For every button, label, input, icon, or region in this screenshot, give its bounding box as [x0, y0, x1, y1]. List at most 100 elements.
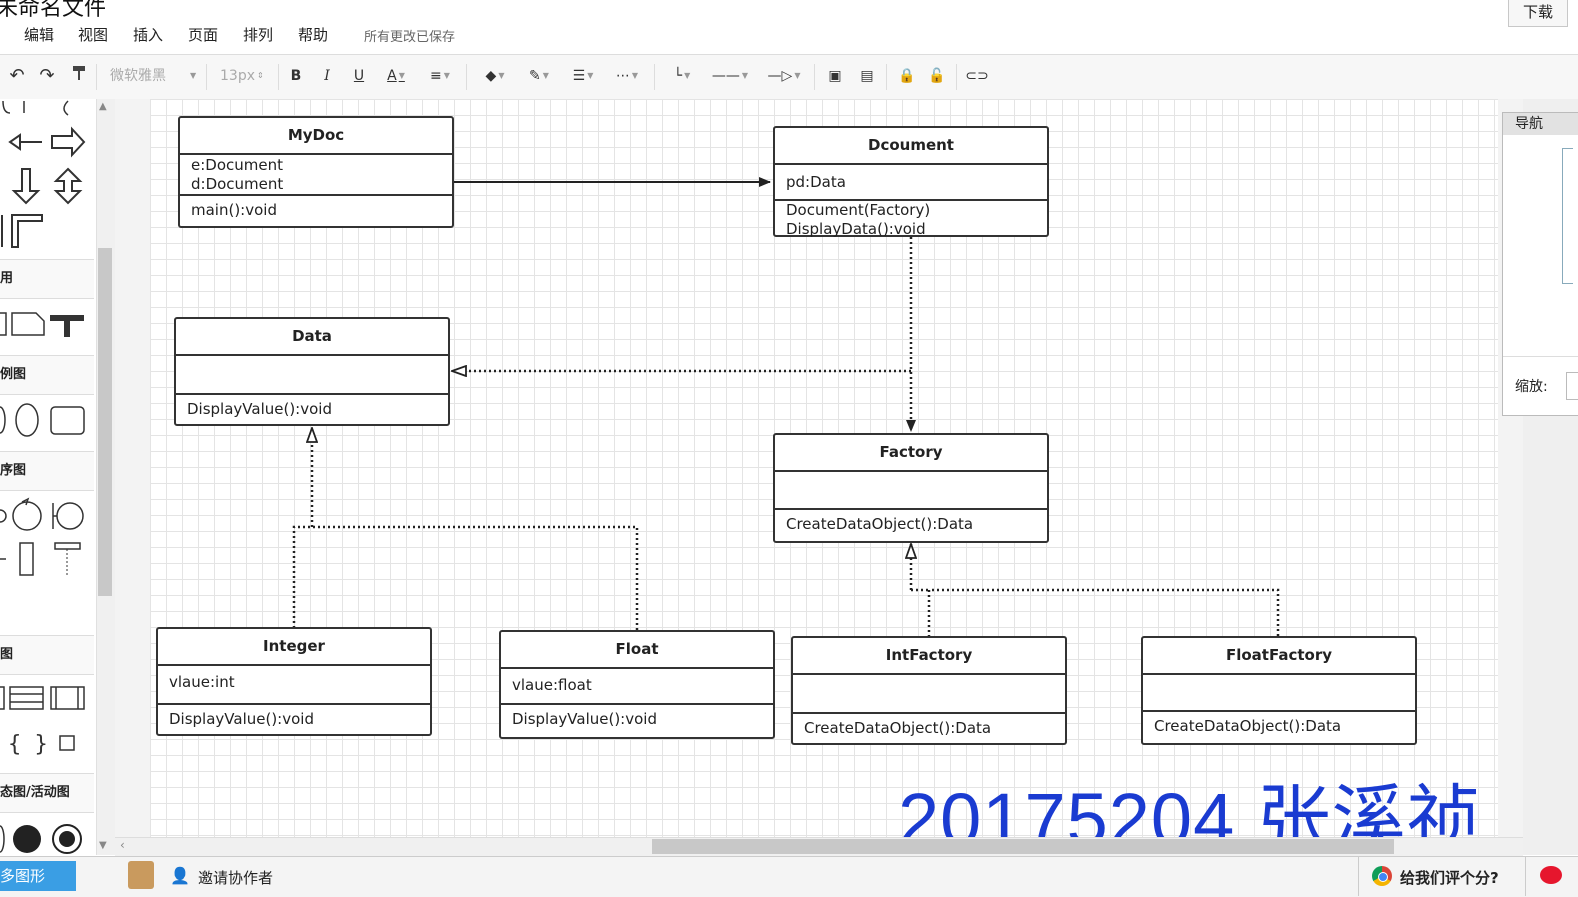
class-attributes: pd:Data — [775, 165, 1047, 201]
font-color-label: A — [387, 68, 397, 84]
svg-text:{ }: { } — [8, 732, 48, 757]
class-name: Factory — [775, 435, 1047, 472]
navigator-title[interactable]: 导航 — [1503, 113, 1578, 135]
class-factory[interactable]: Factory CreateDataObject():Data — [773, 433, 1049, 543]
class-attributes: vlaue:int — [158, 666, 430, 705]
menu-help[interactable]: 帮助 — [298, 24, 328, 45]
class-operations: Document(Factory) DisplayData():void — [775, 201, 1047, 239]
class-name: MyDoc — [180, 118, 452, 155]
class-name: Dcoument — [775, 128, 1047, 165]
class-operation: DisplayValue():void — [187, 400, 332, 418]
class-name: Integer — [158, 629, 430, 666]
scroll-left-icon[interactable]: ‹ — [120, 838, 125, 852]
class-attribute: e:Document — [191, 156, 283, 174]
class-attributes: vlaue:float — [501, 669, 773, 705]
zoom-label: 缩放: — [1515, 379, 1548, 395]
font-color-button[interactable]: A ▼ — [380, 64, 412, 88]
class-name: IntFactory — [793, 638, 1065, 675]
class-data[interactable]: Data DisplayValue():void — [174, 317, 450, 426]
line-style-icon[interactable]: ⋯ ▼ — [608, 64, 646, 88]
class-integer[interactable]: Integer vlaue:int DisplayValue():void — [156, 627, 432, 736]
redo-icon[interactable]: ↷ — [36, 64, 58, 88]
class-mydoc[interactable]: MyDoc e:Document d:Document main():void — [178, 116, 454, 228]
underline-button[interactable]: U — [349, 64, 369, 88]
navigator-divider — [1503, 356, 1578, 357]
section-header-class[interactable]: 图 — [0, 635, 94, 675]
class-floatfactory[interactable]: FloatFactory CreateDataObject():Data — [1141, 636, 1417, 745]
class-attributes — [1143, 675, 1415, 712]
class-intfactory[interactable]: IntFactory CreateDataObject():Data — [791, 636, 1067, 745]
more-shapes-button[interactable]: 多图形 — [0, 861, 76, 891]
arrow-type-icon[interactable]: —▷ ▼ — [760, 64, 808, 88]
class-operations: main():void — [180, 196, 452, 220]
class-operations: CreateDataObject():Data — [793, 714, 1065, 738]
common-shapes-icons[interactable] — [0, 299, 94, 353]
scroll-up-icon[interactable]: ▲ — [99, 101, 107, 112]
rate-us-link[interactable]: 给我们评个分? — [1400, 867, 1499, 888]
class-operations: DisplayValue():void — [176, 395, 448, 419]
zoom-input[interactable] — [1566, 372, 1578, 400]
weibo-icon[interactable] — [1540, 866, 1562, 884]
bring-front-icon[interactable]: ▣ — [824, 64, 846, 88]
avatar[interactable] — [128, 861, 154, 889]
font-size-stepper[interactable]: 13px ⇕ — [220, 64, 272, 88]
undo-icon[interactable]: ↶ — [6, 64, 28, 88]
class-attributes — [793, 675, 1065, 714]
menu-bar — [0, 20, 1578, 54]
lock-icon[interactable]: 🔒 — [896, 64, 918, 88]
document-title[interactable]: 未命名文件 — [0, 0, 106, 22]
font-family-select[interactable]: 微软雅黑 ▼ — [110, 64, 200, 88]
menu-arrange[interactable]: 排列 — [243, 24, 273, 45]
shape-panel-scroll-thumb[interactable] — [98, 248, 112, 596]
format-painter-icon[interactable] — [68, 64, 90, 88]
class-operations: CreateDataObject():Data — [1143, 712, 1415, 736]
chrome-icon-center — [1378, 872, 1388, 882]
menu-page[interactable]: 页面 — [188, 24, 218, 45]
line-type-icon[interactable]: —— ▼ — [706, 64, 754, 88]
class-attribute: d:Document — [191, 175, 284, 193]
class-name: Data — [176, 319, 448, 356]
class-attributes — [176, 356, 448, 395]
bold-button[interactable]: B — [286, 64, 306, 88]
font-family-value: 微软雅黑 — [110, 68, 166, 84]
section-header-sequence[interactable]: 序图 — [0, 451, 94, 491]
class-operation: CreateDataObject():Data — [804, 719, 992, 737]
align-icon[interactable]: ≡ ▼ — [422, 64, 458, 88]
class-float[interactable]: Float vlaue:float DisplayValue():void — [499, 630, 775, 739]
shape-panel: 用 例图 序图 图 { } 态图/活动图 — [0, 99, 97, 855]
title-bar — [0, 0, 1578, 18]
font-size-value: 13px — [220, 68, 255, 84]
class-operations: DisplayValue():void — [158, 705, 430, 729]
unlock-icon[interactable]: 🔓 — [926, 64, 948, 88]
section-header-state-activity[interactable]: 态图/活动图 — [0, 773, 94, 813]
section-header-usecase[interactable]: 例图 — [0, 355, 94, 395]
link-icon[interactable]: ⊂⊃ — [964, 64, 990, 88]
line-width-icon[interactable]: ☰ ▼ — [564, 64, 602, 88]
fill-color-icon[interactable]: ◆ ▼ — [476, 64, 514, 88]
menu-edit[interactable]: 编辑 — [24, 24, 54, 45]
class-operations: DisplayValue():void — [501, 705, 773, 729]
basic-shapes-icons[interactable] — [0, 99, 94, 259]
usecase-shapes-icons[interactable] — [0, 395, 94, 449]
italic-button[interactable]: I — [317, 64, 337, 88]
connector-type-icon[interactable]: └ ▼ — [664, 64, 700, 88]
class-operation: DisplayValue():void — [169, 710, 314, 728]
send-back-icon[interactable]: ▤ — [856, 64, 878, 88]
section-header-common[interactable]: 用 — [0, 259, 94, 299]
menu-insert[interactable]: 插入 — [133, 24, 163, 45]
navigator-viewport[interactable] — [1562, 148, 1573, 284]
menu-view[interactable]: 视图 — [78, 24, 108, 45]
class-attribute: pd:Data — [786, 173, 846, 191]
line-color-icon[interactable]: ✎ ▼ — [520, 64, 558, 88]
add-user-icon[interactable]: 👤 — [170, 866, 190, 885]
scroll-down-icon[interactable]: ▼ — [99, 840, 107, 851]
class-operation: CreateDataObject():Data — [1154, 717, 1342, 735]
class-shapes-icons[interactable]: { } — [0, 675, 94, 771]
class-attributes — [775, 472, 1047, 510]
save-status: 所有更改已保存 — [364, 30, 456, 45]
class-dcoument[interactable]: Dcoument pd:Data Document(Factory) Displ… — [773, 126, 1049, 239]
class-attribute: vlaue:float — [512, 676, 592, 694]
canvas-scroll-thumb[interactable] — [652, 839, 1394, 854]
invite-collaborator-link[interactable]: 邀请协作者 — [198, 867, 273, 888]
sequence-shapes-icons[interactable] — [0, 491, 94, 591]
